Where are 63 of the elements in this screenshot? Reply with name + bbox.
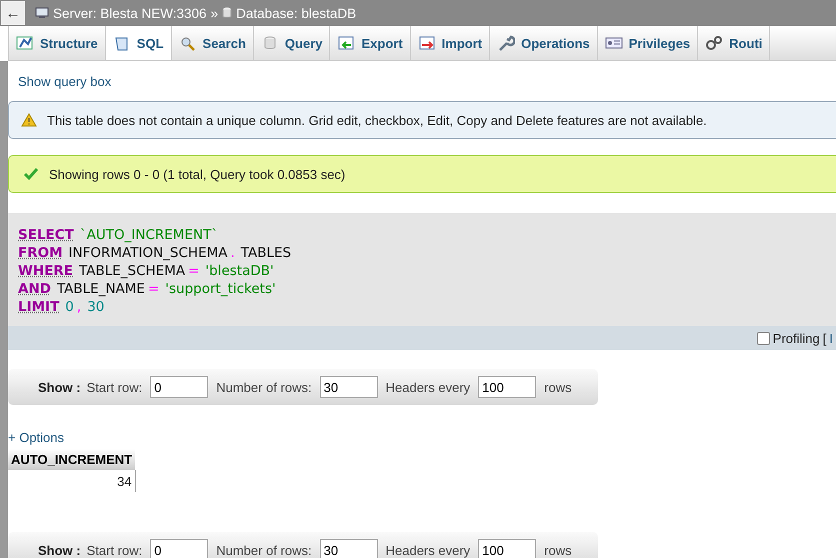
id-card-icon [604, 35, 623, 51]
notice-text: This table does not contain a unique column. Grid edit, checkbox, Edit, Copy and Delete features are not available. [47, 112, 707, 128]
tab[interactable]: Privileges [598, 26, 698, 60]
sql-token: 0 [65, 299, 74, 315]
search-icon [178, 35, 197, 51]
sql-token: TABLE_NAME [56, 281, 145, 297]
database-icon [222, 7, 232, 19]
sql-token: SELECT [18, 227, 74, 243]
sql-token: = [188, 263, 200, 279]
tab[interactable]: Import [410, 26, 490, 60]
number-of-rows-label: Number of rows: [216, 542, 312, 558]
number-of-rows-label: Number of rows: [216, 380, 312, 394]
options-link[interactable]: + Options [8, 430, 836, 445]
bracket-text: [ [822, 330, 826, 346]
checkmark-icon [23, 167, 39, 181]
sql-token: = [148, 281, 160, 297]
headers-every-label: Headers every [386, 380, 470, 394]
show-query-box-link[interactable]: Show query box [8, 61, 836, 94]
wrench-icon [497, 35, 516, 51]
sql-token: 30 [87, 299, 104, 315]
sql-token: , [76, 299, 82, 315]
sql-token: AND [18, 281, 51, 297]
sql-token: TABLES [240, 245, 292, 261]
start-row-label: Start row: [86, 380, 142, 394]
warning-icon [21, 113, 37, 127]
sql-token: . [230, 245, 235, 261]
sql-token: TABLE_SCHEMA [79, 263, 186, 279]
headers-every-label: Headers every [386, 542, 470, 558]
rows-label: rows [544, 542, 572, 558]
headers-every-field[interactable]: 100 [478, 376, 536, 398]
column-header[interactable]: AUTO_INCREMENT [8, 449, 136, 470]
gears-icon [705, 35, 724, 51]
import-icon [418, 35, 436, 51]
back-button[interactable]: ← [1, 1, 25, 25]
table-cell: 34 [8, 470, 136, 492]
breadcrumb-separator: » [210, 6, 218, 20]
server-link[interactable]: Server: Blesta NEW:3306 [53, 6, 207, 20]
export-icon [337, 35, 356, 51]
start-row-label: Start row: [86, 542, 142, 558]
sql-token: 'support_tickets' [165, 281, 276, 297]
tab[interactable]: SQL [106, 26, 172, 60]
sql-token: `AUTO_INCREMENT` [80, 227, 218, 243]
number-of-rows-field[interactable]: 30 [320, 376, 378, 398]
sql-token: 'blestaDB' [205, 263, 274, 279]
rows-label: rows [544, 380, 572, 394]
success-text: Showing rows 0 - 0 (1 total, Query took 0.0853 sec) [49, 166, 346, 182]
sql-token: FROM [18, 245, 63, 261]
sql-token: WHERE [18, 263, 74, 279]
database-link[interactable]: Database: blestaDB [236, 6, 356, 20]
profiling-label: Profiling [772, 330, 820, 346]
chart-icon [16, 35, 34, 51]
headers-every-field[interactable]: 100 [478, 539, 536, 558]
start-row-field[interactable]: 0 [150, 376, 208, 398]
inline-link[interactable]: I [829, 330, 833, 346]
tab[interactable]: Search [172, 26, 254, 60]
sql-token: LIMIT [18, 299, 60, 315]
show-label: Show : [38, 380, 81, 394]
number-of-rows-field[interactable]: 30 [320, 539, 378, 558]
show-label: Show : [38, 542, 81, 558]
profiling-checkbox[interactable] [756, 332, 770, 344]
server-icon [35, 7, 49, 19]
start-row-field[interactable]: 0 [150, 539, 208, 558]
sql-token: INFORMATION_SCHEMA [68, 245, 228, 261]
